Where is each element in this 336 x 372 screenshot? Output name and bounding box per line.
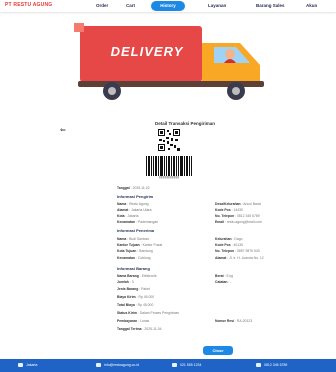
qr-code-icon xyxy=(157,128,181,152)
nav-barang[interactable]: Barang Sales xyxy=(256,3,285,8)
barang-pembayaran: Pembayaran : Lunas xyxy=(117,319,150,323)
footer-phone[interactable]: 021 555 1234 xyxy=(172,363,201,368)
receipt-title: Detail Transaksi Pengiriman xyxy=(154,121,216,126)
phone-icon xyxy=(172,363,177,368)
close-button[interactable]: Close xyxy=(203,346,233,355)
top-navbar: PT RESTU AGUNG Order Cart History Layana… xyxy=(0,0,336,12)
brand-logo[interactable]: PT RESTU AGUNG xyxy=(5,2,52,8)
barang-resi: Nomor Resi : RA-00123 xyxy=(215,319,253,323)
barang-biaya: Biaya Kirim : Rp 45.000 xyxy=(117,295,155,299)
footer-email[interactable]: info@restuagung.co.id xyxy=(96,363,139,368)
nav-akun[interactable]: Akun xyxy=(306,3,317,8)
whatsapp-icon xyxy=(256,363,261,368)
penerima-section-title: Informasi Penerima xyxy=(117,228,155,233)
nav-history-label: History xyxy=(160,3,176,8)
nav-layanan[interactable]: Layanan xyxy=(208,3,226,8)
penerima-tujuan: Kantor Tujuan : Kantor Pusat xyxy=(117,243,163,247)
footer-address[interactable]: Jakarta xyxy=(18,363,37,368)
footer-whatsapp[interactable]: 0812 345 6789 xyxy=(256,363,287,368)
tanggal-field: Tanggal : 2025-11-02 xyxy=(117,186,150,190)
barang-tanggal-terima: Tanggal Terima : 2025-11-04 xyxy=(117,327,162,331)
nav-cart[interactable]: Cart xyxy=(126,3,135,8)
penerima-alamat: Alamat : Jl. Ir. H. Juanda No. 12 xyxy=(215,256,264,260)
barcode-number: ||||||||||||||||||||||||||||||| xyxy=(158,176,180,179)
penerima-kodepos: Kode Pos : 40135 xyxy=(215,243,243,247)
hero-title: DELIVERY xyxy=(111,44,184,59)
penerima-desa: Kelurahan : Dago xyxy=(215,237,243,241)
footer-bar: Jakarta info@restuagung.co.id 021 555 12… xyxy=(0,359,336,372)
pengirim-kecamatan: Kecamatan : Pademangan xyxy=(117,220,159,224)
penerima-nama: Nama : Budi Santoso xyxy=(117,237,150,241)
penerima-kecamatan: Kecamatan : Coblong xyxy=(117,256,151,260)
pengirim-desa: Desa/Kelurahan : Ancol Barat xyxy=(215,202,261,206)
barang-jumlah: Jumlah : 3 xyxy=(117,280,134,284)
barang-total: Total Biaya : Rp 45.000 xyxy=(117,303,154,307)
location-icon xyxy=(18,363,23,368)
barang-berat: Berat : 5 kg xyxy=(215,274,233,278)
pengirim-kodepos: Kode Pos : 14430 xyxy=(215,208,243,212)
pengirim-email: Email : restu.agung@mail.com xyxy=(215,220,262,224)
nav-history-active[interactable]: History xyxy=(151,1,185,11)
pengirim-alamat: Alamat : Jakarta Utara xyxy=(117,208,152,212)
barang-section-title: Informasi Barang xyxy=(117,266,150,271)
nav-order[interactable]: Order xyxy=(96,3,108,8)
penerima-telp: No. Telepon : 0857 9876 543 xyxy=(215,249,260,253)
close-button-label: Close xyxy=(212,348,224,353)
pengirim-nama: Nama : Restu Agung xyxy=(117,202,149,206)
penerima-kota-tujuan: Kota Tujuan : Bandung xyxy=(117,249,153,253)
barcode-icon xyxy=(146,156,192,176)
pengirim-kota: Kota : Jakarta xyxy=(117,214,139,218)
barang-nama: Nama Barang : Elektronik xyxy=(117,274,157,278)
pengirim-telp: No. Telepon : 0812 345 6789 xyxy=(215,214,260,218)
mail-icon xyxy=(96,363,101,368)
back-arrow-icon[interactable]: ⇐ xyxy=(60,126,66,134)
barang-status: Status Kirim : Dalam Proses Pengiriman xyxy=(117,311,180,315)
pengirim-section-title: Informasi Pengirim xyxy=(117,194,154,199)
barang-jenis: Jenis Barang : Paket xyxy=(117,287,150,291)
delivery-hero-banner: DELIVERY xyxy=(74,23,264,100)
barang-catatan: Catatan : - xyxy=(215,280,232,284)
